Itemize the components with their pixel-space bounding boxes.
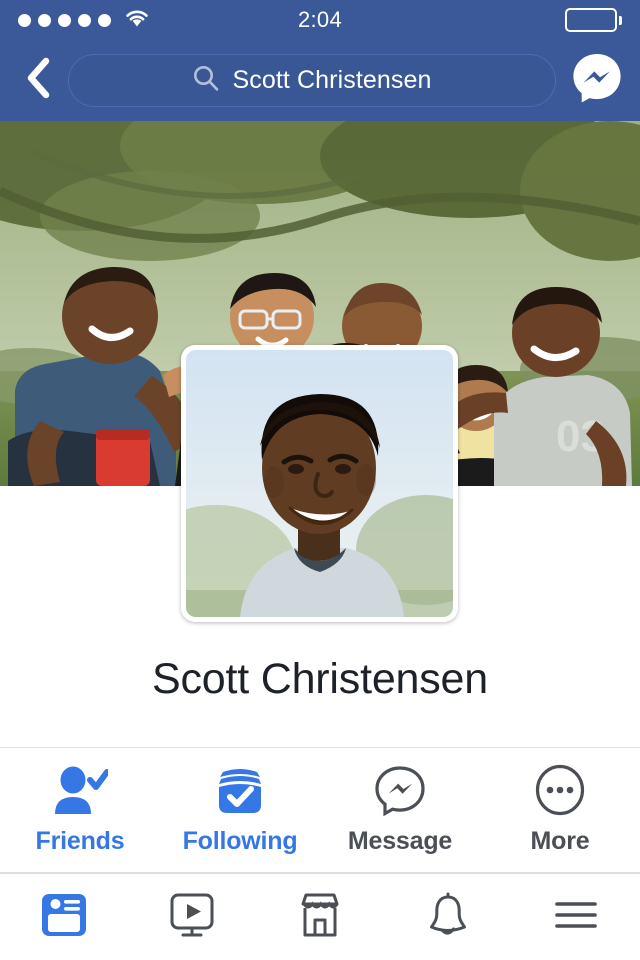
message-label: Message [347, 827, 453, 855]
ellipsis-circle-icon [534, 764, 586, 816]
marketplace-icon [295, 890, 345, 945]
more-label: More [530, 827, 590, 855]
bottom-navigation [0, 873, 640, 960]
battery-icon [565, 8, 622, 32]
message-button[interactable]: Message [320, 748, 480, 872]
nav-marketplace[interactable] [256, 874, 384, 960]
messenger-outline-icon [374, 764, 426, 816]
watch-video-icon [167, 890, 217, 945]
signal-dots-icon [18, 13, 111, 27]
messenger-icon [570, 51, 624, 110]
profile-picture[interactable] [181, 345, 458, 622]
news-feed-icon [39, 890, 89, 945]
page-title: Scott Christensen [152, 655, 488, 703]
bell-icon [423, 890, 473, 945]
nav-watch[interactable] [128, 874, 256, 960]
following-box-icon [214, 764, 266, 816]
wifi-icon [124, 8, 150, 32]
profile-picture-image [186, 350, 453, 617]
following-button[interactable]: Following [160, 748, 320, 872]
nav-news-feed[interactable] [0, 874, 128, 960]
messenger-button[interactable] [570, 54, 624, 108]
search-icon [192, 64, 220, 97]
profile-action-bar: Friends Following Message More [0, 747, 640, 873]
friends-button[interactable]: Friends [0, 748, 160, 872]
nav-menu[interactable] [512, 874, 640, 960]
status-bar: 2:04 [0, 0, 640, 40]
nav-header: Scott Christensen [0, 40, 640, 121]
following-label: Following [182, 827, 298, 855]
friend-check-icon [52, 764, 108, 816]
more-button[interactable]: More [480, 748, 640, 872]
friends-label: Friends [35, 827, 125, 855]
hamburger-menu-icon [551, 890, 601, 945]
nav-notifications[interactable] [384, 874, 512, 960]
search-input-value: Scott Christensen [232, 66, 432, 94]
back-chevron-icon [25, 57, 51, 104]
back-button[interactable] [16, 56, 60, 106]
search-input[interactable]: Scott Christensen [68, 54, 556, 107]
